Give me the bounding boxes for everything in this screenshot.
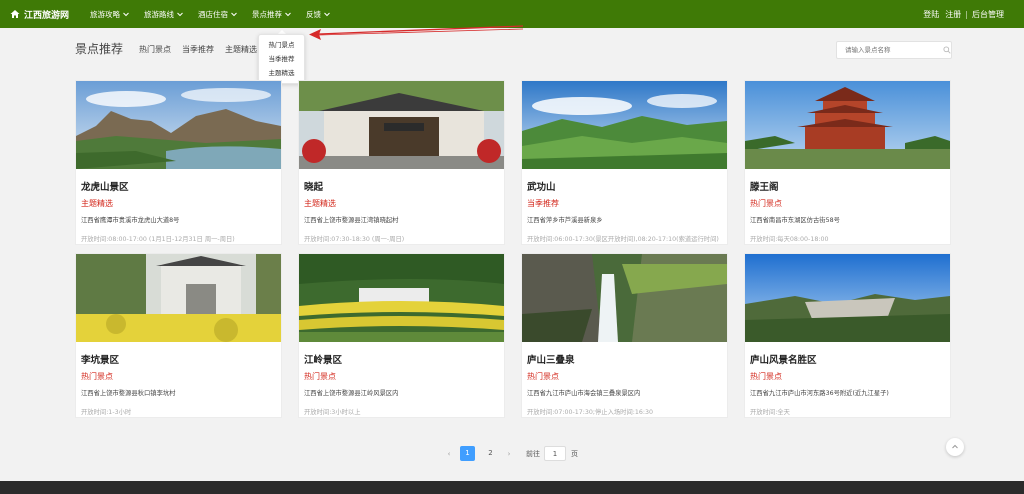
attraction-title[interactable]: 李坑景区: [81, 352, 276, 366]
attraction-address: 江西省上饶市婺源县江湾镇晓起村: [304, 217, 399, 224]
attraction-tag: 热门景点: [81, 372, 113, 381]
attraction-address: 江西省南昌市东湖区仿古街58号: [750, 217, 840, 224]
search-input[interactable]: [845, 46, 941, 54]
attraction-address: 江西省上饶市婺源县江岭风景区内: [304, 390, 399, 397]
top-navbar: 江西旅游网 旅游攻略 旅游路线 酒店住宿 景点推荐 反馈 登陆 注册 | 后台管…: [0, 0, 1024, 28]
attraction-card[interactable]: 龙虎山景区 主题精选 江西省鹰潭市贵溪市龙虎山大道8号 开放时间:08:00-1…: [75, 80, 282, 245]
attraction-title[interactable]: 江岭景区: [304, 352, 499, 366]
attraction-title[interactable]: 武功山: [527, 179, 722, 193]
nav-item-label: 旅游攻略: [90, 9, 120, 19]
attraction-title[interactable]: 庐山风景名胜区: [750, 352, 945, 366]
nav-item-travel-routes[interactable]: 旅游路线: [144, 9, 184, 20]
attractions-dropdown: 热门景点 当季推荐 主题精选: [258, 34, 305, 84]
login-link[interactable]: 登陆: [923, 9, 939, 20]
prev-page-button[interactable]: ‹: [442, 450, 456, 458]
nav-item-hotels[interactable]: 酒店住宿: [198, 9, 238, 20]
pagination: ‹ 1 2 › 前往 页: [442, 446, 578, 461]
nav-item-label: 旅游路线: [144, 9, 174, 19]
goto-page-input[interactable]: [544, 446, 566, 461]
attraction-address: 江西省鹰潭市贵溪市龙虎山大道8号: [81, 217, 180, 224]
dropdown-item-themed[interactable]: 主题精选: [259, 66, 304, 80]
nav-menu: 旅游攻略 旅游路线 酒店住宿 景点推荐 反馈: [90, 9, 345, 20]
back-to-top-button[interactable]: [946, 438, 964, 456]
nav-item-feedback[interactable]: 反馈: [306, 9, 331, 20]
attraction-photo[interactable]: [76, 254, 281, 342]
chevron-down-icon: [177, 12, 183, 17]
attraction-hours: 开放时间:08:00-17:00 (1月1日-12月31日 周一-周日): [81, 236, 235, 243]
attraction-tag: 热门景点: [750, 372, 782, 381]
attraction-hours: 开放时间:每天08:00-18:00: [750, 236, 829, 243]
attraction-hours: 开放时间:06:00-17:30(景区开放时间),08:20-17:10(索道运…: [527, 236, 719, 243]
attraction-photo[interactable]: [299, 81, 504, 169]
tab-themed[interactable]: 主题精选: [225, 44, 257, 55]
attraction-card[interactable]: 庐山三叠泉 热门景点 江西省九江市庐山市海会镇三叠泉景区内 开放时间:07:00…: [521, 253, 728, 418]
attraction-card[interactable]: 庐山风景名胜区 热门景点 江西省九江市庐山市河东路36号附近(近九江星子) 开放…: [744, 253, 951, 418]
page-1-button[interactable]: 1: [460, 446, 475, 461]
attraction-tag: 热门景点: [527, 372, 559, 381]
attraction-photo[interactable]: [299, 254, 504, 342]
chevron-down-icon: [285, 12, 291, 17]
attraction-photo[interactable]: [745, 81, 950, 169]
chevron-down-icon: [324, 12, 330, 17]
user-links: 登陆 注册 | 后台管理: [923, 0, 1004, 28]
admin-link[interactable]: 后台管理: [972, 9, 1004, 20]
attraction-hours: 开放时间:07:00-17:30;停止入场时间:16:30: [527, 409, 654, 416]
page-unit-label: 页: [571, 449, 578, 458]
chevron-down-icon: [231, 12, 237, 17]
section-tabs: 热门景点 当季推荐 主题精选: [139, 44, 268, 55]
attraction-hours: 开放时间:全天: [750, 409, 790, 416]
tab-hot[interactable]: 热门景点: [139, 44, 171, 55]
attraction-hours: 开放时间:3小时以上: [304, 409, 361, 416]
footer-bar: [0, 481, 1024, 494]
home-icon: [10, 10, 20, 18]
attraction-address: 江西省萍乡市芦溪县新泉乡: [527, 217, 603, 224]
attraction-tag: 热门景点: [304, 372, 336, 381]
attraction-photo[interactable]: [522, 254, 727, 342]
chevron-up-icon: [952, 444, 958, 449]
nav-item-label: 反馈: [306, 9, 321, 19]
nav-item-attractions[interactable]: 景点推荐: [252, 9, 292, 20]
attraction-photo[interactable]: [76, 81, 281, 169]
next-page-button[interactable]: ›: [502, 450, 516, 458]
search-box: [836, 41, 952, 59]
attraction-hours: 开放时间:07:30-18:30 (周一-周日): [304, 236, 405, 243]
attraction-address: 江西省九江市庐山市河东路36号附近(近九江星子): [750, 390, 889, 397]
attraction-hours: 开放时间:1-3小时: [81, 409, 132, 416]
attraction-title[interactable]: 晓起: [304, 179, 499, 193]
attraction-title[interactable]: 滕王阁: [750, 179, 945, 193]
attraction-card[interactable]: 武功山 当季推荐 江西省萍乡市芦溪县新泉乡 开放时间:06:00-17:30(景…: [521, 80, 728, 245]
separator: |: [965, 9, 968, 19]
chevron-down-icon: [123, 12, 129, 17]
attraction-photo[interactable]: [745, 254, 950, 342]
brand[interactable]: 江西旅游网: [10, 8, 82, 21]
attraction-card[interactable]: 李坑景区 热门景点 江西省上饶市婺源县秋口镇李坑村 开放时间:1-3小时: [75, 253, 282, 418]
nav-item-label: 景点推荐: [252, 9, 282, 19]
attraction-photo[interactable]: [522, 81, 727, 169]
page-2-button[interactable]: 2: [483, 446, 498, 461]
register-link[interactable]: 注册: [945, 9, 961, 20]
brand-name: 江西旅游网: [24, 10, 70, 21]
search-icon[interactable]: [943, 46, 951, 54]
attraction-address: 江西省上饶市婺源县秋口镇李坑村: [81, 390, 176, 397]
attraction-grid: 龙虎山景区 主题精选 江西省鹰潭市贵溪市龙虎山大道8号 开放时间:08:00-1…: [75, 80, 952, 418]
attraction-tag: 主题精选: [304, 199, 336, 208]
attraction-title[interactable]: 庐山三叠泉: [527, 352, 722, 366]
attraction-title[interactable]: 龙虎山景区: [81, 179, 276, 193]
attraction-tag: 主题精选: [81, 199, 113, 208]
attraction-card[interactable]: 滕王阁 热门景点 江西省南昌市东湖区仿古街58号 开放时间:每天08:00-18…: [744, 80, 951, 245]
tab-seasonal[interactable]: 当季推荐: [182, 44, 214, 55]
section-title: 景点推荐: [75, 42, 124, 56]
attraction-card[interactable]: 江岭景区 热门景点 江西省上饶市婺源县江岭风景区内 开放时间:3小时以上: [298, 253, 505, 418]
nav-item-label: 酒店住宿: [198, 9, 228, 19]
attraction-card[interactable]: 晓起 主题精选 江西省上饶市婺源县江湾镇晓起村 开放时间:07:30-18:30…: [298, 80, 505, 245]
goto-label: 前往: [526, 449, 540, 458]
attraction-tag: 当季推荐: [527, 199, 559, 208]
nav-item-travel-guides[interactable]: 旅游攻略: [90, 9, 130, 20]
attraction-tag: 热门景点: [750, 199, 782, 208]
attraction-address: 江西省九江市庐山市海会镇三叠泉景区内: [527, 390, 641, 397]
